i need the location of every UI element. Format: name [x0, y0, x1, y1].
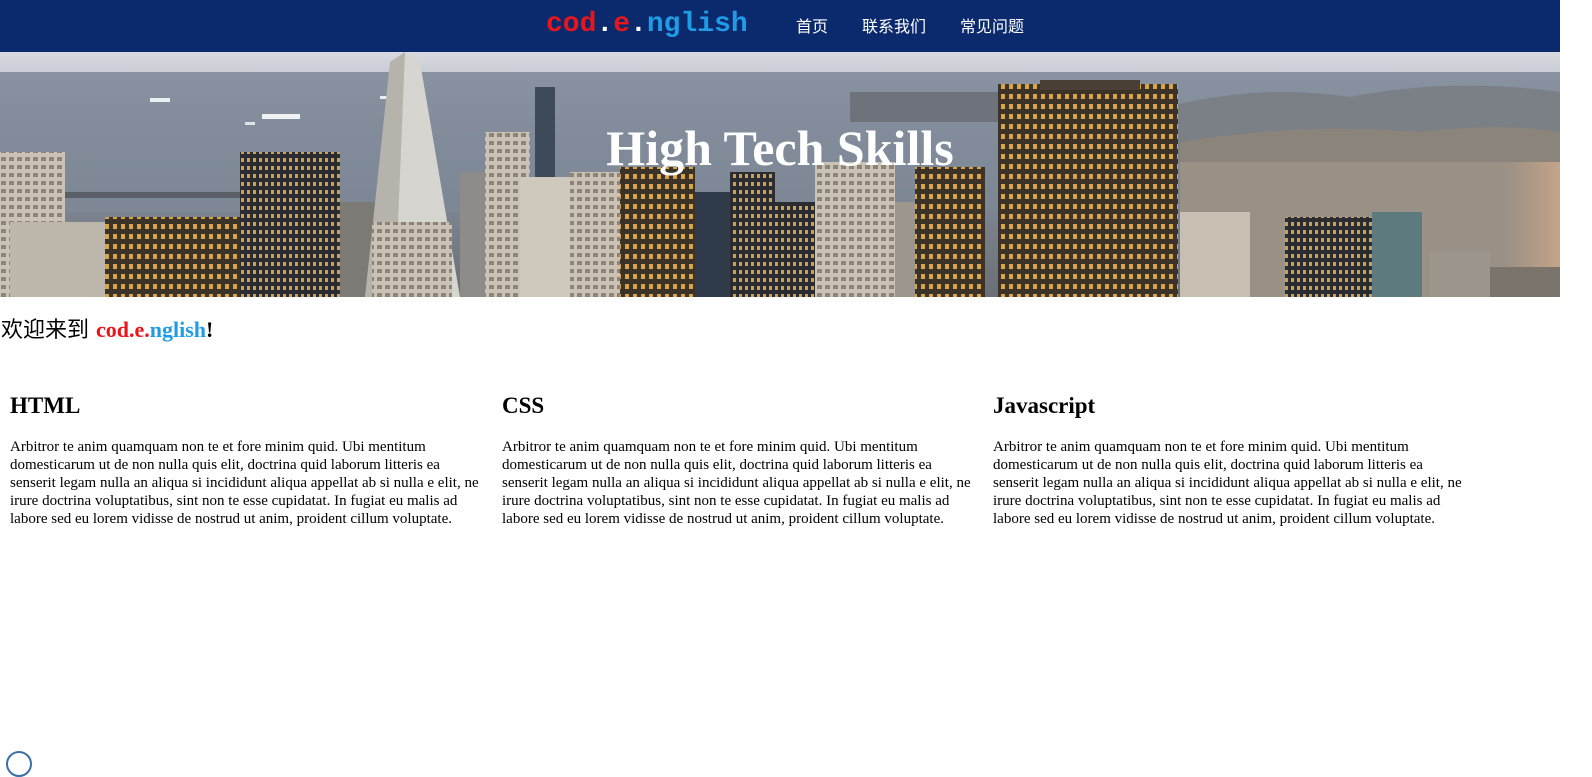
feature-column-html: HTML Arbitror te anim quamquam non te et… — [10, 390, 480, 528]
logo-part-e: e — [613, 9, 631, 40]
nav-link-contact[interactable]: 联系我们 — [862, 16, 926, 38]
welcome-brand-red: cod.e. — [96, 317, 150, 342]
top-navbar: cod.e.nglish 首页 联系我们 常见问题 — [0, 0, 1560, 52]
logo-dot-1: . — [596, 9, 614, 40]
logo-dot-2: . — [630, 9, 647, 40]
welcome-heading: 欢迎来到 cod.e.nglish! — [1, 315, 213, 346]
welcome-prefix: 欢迎来到 — [1, 318, 96, 343]
column-text: Arbitror te anim quamquam non te et fore… — [10, 439, 479, 527]
site-logo[interactable]: cod.e.nglish — [546, 8, 748, 42]
welcome-brand-blue: nglish — [149, 317, 207, 342]
column-title: CSS — [502, 393, 545, 418]
feature-column-css: CSS Arbitror te anim quamquam non te et … — [502, 390, 972, 528]
column-title: Javascript — [993, 393, 1096, 418]
hero-banner: High Tech Skills — [0, 52, 1560, 297]
column-text: Arbitror te anim quamquam non te et fore… — [502, 439, 971, 527]
logo-part-nglish: nglish — [646, 9, 748, 40]
main-nav: 首页 联系我们 常见问题 — [796, 16, 1058, 38]
nav-link-faq[interactable]: 常见问题 — [960, 16, 1024, 38]
logo-part-cod: cod — [546, 9, 597, 40]
nav-link-home[interactable]: 首页 — [796, 16, 828, 38]
welcome-suffix: ! — [206, 317, 214, 342]
column-text: Arbitror te anim quamquam non te et fore… — [993, 439, 1462, 527]
hero-title: High Tech Skills — [606, 120, 954, 176]
feature-column-javascript: Javascript Arbitror te anim quamquam non… — [993, 390, 1463, 528]
partial-circle-icon[interactable] — [6, 751, 32, 777]
column-title: HTML — [10, 393, 81, 418]
